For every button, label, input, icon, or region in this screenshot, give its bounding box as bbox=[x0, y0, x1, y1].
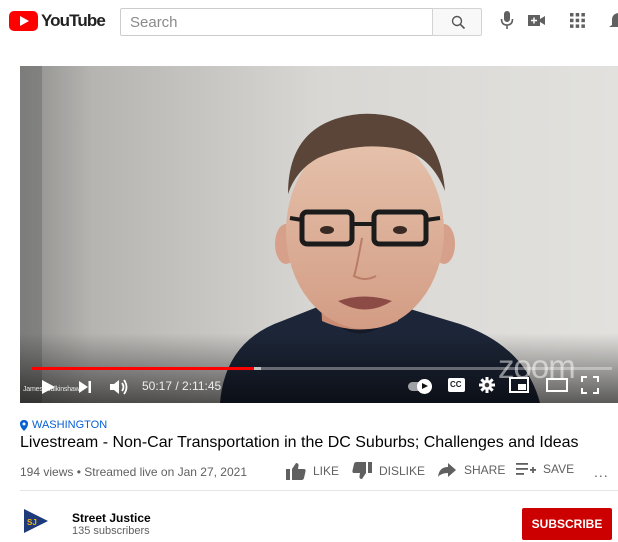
video-player[interactable]: James Walkinshaw zoom 50:17 / 2:11:45 CC bbox=[20, 66, 618, 403]
more-actions-icon[interactable]: ... bbox=[594, 464, 609, 480]
video-title: Livestream - Non-Car Transportation in t… bbox=[20, 434, 579, 451]
search-input[interactable]: Search bbox=[120, 8, 432, 36]
search-button[interactable] bbox=[432, 8, 482, 36]
youtube-logo[interactable]: YouTube bbox=[9, 11, 106, 31]
thumbs-down-icon bbox=[352, 462, 372, 479]
search-icon bbox=[451, 15, 466, 30]
dislike-button[interactable]: DISLIKE bbox=[352, 462, 425, 480]
thumbs-up-icon bbox=[286, 463, 306, 480]
like-button[interactable]: LIKE bbox=[286, 462, 339, 480]
like-label: LIKE bbox=[313, 464, 340, 478]
progress-played bbox=[32, 367, 254, 370]
video-meta: 194 views • Streamed live on Jan 27, 202… bbox=[20, 465, 248, 479]
channel-avatar[interactable]: SJ bbox=[22, 507, 50, 535]
logo-text: YouTube bbox=[41, 11, 106, 30]
save-label: SAVE bbox=[543, 462, 575, 476]
share-button[interactable]: SHARE bbox=[437, 462, 505, 478]
location-link[interactable]: WASHINGTON bbox=[20, 419, 107, 431]
subscriber-count: 135 subscribers bbox=[72, 525, 150, 537]
time-display: 50:17 / 2:11:45 bbox=[142, 379, 222, 393]
captions-icon[interactable]: CC bbox=[448, 378, 465, 392]
theater-mode-icon[interactable] bbox=[546, 377, 568, 393]
apps-grid-icon[interactable] bbox=[570, 13, 585, 28]
subscribe-button[interactable]: SUBSCRIBE bbox=[522, 508, 612, 540]
share-label: SHARE bbox=[464, 463, 506, 477]
autoplay-toggle[interactable] bbox=[408, 379, 432, 394]
microphone-icon[interactable] bbox=[499, 10, 515, 32]
miniplayer-icon[interactable] bbox=[509, 377, 529, 393]
youtube-play-logo-icon bbox=[9, 11, 38, 31]
share-arrow-icon bbox=[438, 463, 456, 477]
location-pin-icon bbox=[20, 419, 28, 431]
save-button[interactable]: SAVE bbox=[516, 462, 574, 476]
save-to-playlist-icon bbox=[516, 463, 536, 475]
location-label: WASHINGTON bbox=[32, 419, 108, 431]
volume-icon[interactable] bbox=[109, 378, 129, 396]
fullscreen-icon[interactable] bbox=[581, 376, 599, 394]
captions-label: CC bbox=[450, 380, 462, 389]
dislike-label: DISLIKE bbox=[379, 464, 426, 478]
progress-bar[interactable] bbox=[32, 367, 612, 370]
play-icon[interactable] bbox=[40, 379, 56, 395]
next-icon[interactable] bbox=[78, 380, 92, 394]
top-bar: YouTube Search bbox=[0, 0, 618, 44]
divider bbox=[20, 490, 618, 491]
notifications-bell-icon[interactable] bbox=[609, 11, 618, 31]
create-video-icon[interactable] bbox=[528, 13, 546, 29]
channel-name[interactable]: Street Justice bbox=[72, 511, 151, 525]
youtube-watch-page: YouTube Search James Walkinshaw zoom 50:… bbox=[0, 0, 618, 542]
avatar-text: SJ bbox=[27, 518, 37, 527]
autoplay-toggle-icon bbox=[417, 379, 432, 394]
settings-gear-icon[interactable] bbox=[479, 377, 495, 393]
